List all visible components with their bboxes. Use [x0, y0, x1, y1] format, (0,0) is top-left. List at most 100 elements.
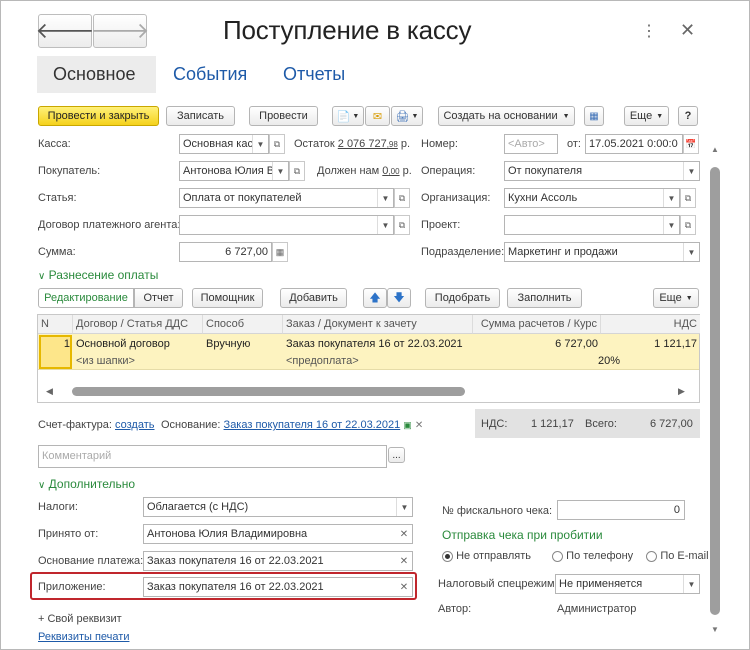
dogovor-open-button[interactable]: ⧉ — [394, 215, 410, 235]
structure-button[interactable]: ▦ — [584, 106, 604, 126]
scroll-left-icon[interactable]: ◀ — [46, 386, 53, 397]
org-open-button[interactable]: ⧉ — [680, 188, 696, 208]
clear-icon[interactable]: ✕ — [396, 578, 412, 596]
attach-file-button[interactable]: 📄 ▼ — [332, 106, 364, 126]
column-header-nds[interactable]: НДС — [601, 315, 700, 334]
print-button[interactable]: 🖨 ▼ — [391, 106, 423, 126]
chevron-down-icon[interactable]: ▼ — [272, 162, 288, 180]
column-header-sposob[interactable]: Способ — [203, 315, 283, 334]
post-button[interactable]: Провести — [249, 106, 318, 126]
fiscal-field[interactable]: 0 — [557, 500, 685, 520]
operation-field[interactable]: От покупателя ▼ — [504, 161, 700, 181]
create-based-button[interactable]: Создать на основании ▼ — [438, 106, 575, 126]
invoice-basis-link[interactable]: Заказ покупателя 16 от 22.03.2021 — [224, 419, 401, 431]
save-button[interactable]: Записать — [166, 106, 235, 126]
close-icon[interactable]: ✕ — [680, 20, 695, 41]
move-up-button[interactable]: 🡅 — [363, 288, 387, 308]
project-field[interactable]: ▼ — [504, 215, 680, 235]
tab-reports[interactable]: Отчеты — [267, 56, 361, 93]
print-props-link[interactable]: Реквизиты печати — [38, 631, 129, 643]
statya-field[interactable]: Оплата от покупателей ▼ — [179, 188, 394, 208]
totals-nds-label: НДС: — [481, 418, 508, 430]
radio-none-label: Не отправлять — [456, 550, 532, 562]
column-header-zakaz[interactable]: Заказ / Документ к зачету — [283, 315, 473, 334]
column-header-dogovor[interactable]: Договор / Статья ДДС — [73, 315, 203, 334]
received-field[interactable]: Антонова Юлия Владимировна ✕ — [143, 524, 413, 544]
more-button[interactable]: Еще ▼ — [624, 106, 669, 126]
buyer-open-button[interactable]: ⧉ — [289, 161, 305, 181]
clear-icon[interactable]: ✕ — [396, 552, 412, 570]
clear-icon[interactable]: ✕ — [396, 525, 412, 543]
kassa-field[interactable]: Основная кас ▼ — [179, 134, 269, 154]
chevron-down-icon[interactable]: ▼ — [663, 189, 679, 207]
ostatok-amount[interactable]: 2 076 727,98 — [338, 138, 398, 150]
radio-phone[interactable]: По телефону — [552, 550, 633, 562]
open-icon: ⧉ — [273, 138, 281, 149]
own-prop-link[interactable]: + Свой реквизит — [38, 613, 122, 625]
column-header-summa[interactable]: Сумма расчетов / Курс — [473, 315, 601, 334]
scroll-right-icon[interactable]: ▶ — [678, 386, 685, 397]
calculator-button[interactable]: ▦ — [272, 242, 288, 262]
dogovor-field[interactable]: ▼ — [179, 215, 394, 235]
horizontal-scrollbar-thumb[interactable] — [72, 387, 465, 396]
summa-field[interactable]: 6 727,00 — [179, 242, 272, 262]
podr-field[interactable]: Маркетинг и продажи ▼ — [504, 242, 700, 262]
clear-icon[interactable]: ✕ — [415, 420, 423, 431]
column-header-n[interactable]: N — [38, 315, 73, 334]
tab-report[interactable]: Отчет — [134, 288, 183, 308]
post-close-button[interactable]: Провести и закрыть — [38, 106, 159, 126]
org-field[interactable]: Кухни Ассоль ▼ — [504, 188, 680, 208]
chevron-down-icon[interactable]: ▼ — [396, 498, 412, 516]
taxes-field[interactable]: Облагается (с НДС) ▼ — [143, 497, 413, 517]
chevron-down-icon[interactable]: ▼ — [683, 575, 699, 593]
assistant-button[interactable]: Помощник — [192, 288, 263, 308]
statya-open-button[interactable]: ⧉ — [394, 188, 410, 208]
help-button[interactable]: ? — [678, 106, 698, 126]
select-document-icon[interactable]: ▣ — [403, 420, 412, 430]
podr-value: Маркетинг и продажи — [508, 246, 618, 258]
date-field[interactable]: 17.05.2021 0:00:0 — [585, 134, 683, 154]
project-open-button[interactable]: ⧉ — [680, 215, 696, 235]
forward-button[interactable]: 🡒 — [91, 14, 150, 48]
chevron-down-icon[interactable]: ▼ — [683, 162, 699, 180]
table-row[interactable]: 1 Основной договор Вручную Заказ покупат… — [38, 334, 699, 370]
mail-button[interactable]: ✉ — [365, 106, 390, 126]
vertical-scrollbar-thumb[interactable] — [710, 167, 720, 615]
chevron-down-icon[interactable]: ▼ — [663, 216, 679, 234]
pick-button[interactable]: Подобрать — [425, 288, 500, 308]
table-more-button[interactable]: Еще ▼ — [653, 288, 699, 308]
invoice-create-link[interactable]: создать — [115, 419, 154, 431]
attachment-field[interactable]: Заказ покупателя 16 от 22.03.2021 ✕ — [143, 577, 413, 597]
taxes-value: Облагается (с НДС) — [147, 501, 249, 513]
chevron-down-icon[interactable]: ▼ — [252, 135, 268, 153]
chevron-down-icon[interactable]: ▼ — [377, 189, 393, 207]
radio-email[interactable]: По E-mail — [646, 550, 709, 562]
fill-button[interactable]: Заполнить — [507, 288, 582, 308]
scroll-up-icon[interactable]: ▲ — [711, 145, 719, 154]
payment-basis-field[interactable]: Заказ покупателя 16 от 22.03.2021 ✕ — [143, 551, 413, 571]
payment-section-header[interactable]: ∨ Разнесение оплаты — [38, 268, 158, 282]
kassa-label: Касса: — [38, 138, 71, 150]
move-down-button[interactable]: 🡇 — [387, 288, 411, 308]
back-button[interactable]: 🡐 — [36, 14, 95, 48]
kassa-open-button[interactable]: ⧉ — [269, 134, 285, 154]
radio-phone-indicator — [552, 550, 564, 562]
dolzhen-dec: ,00 — [388, 167, 400, 176]
dolzhen-amount[interactable]: 0,00 — [382, 165, 399, 177]
comment-expand-button[interactable]: ... — [388, 447, 405, 463]
tab-events[interactable]: События — [157, 56, 263, 93]
tax-regime-field[interactable]: Не применяется ▼ — [555, 574, 700, 594]
tab-main[interactable]: Основное — [37, 56, 156, 93]
buyer-field[interactable]: Антонова Юлия В ▼ — [179, 161, 289, 181]
add-row-button[interactable]: Добавить — [280, 288, 347, 308]
radio-none[interactable]: Не отправлять — [442, 550, 531, 562]
additional-section-header[interactable]: ∨ Дополнительно — [38, 477, 135, 491]
chevron-down-icon[interactable]: ▼ — [377, 216, 393, 234]
scroll-down-icon[interactable]: ▼ — [711, 625, 719, 634]
calendar-button[interactable]: 📅 — [683, 134, 699, 154]
tab-edit[interactable]: Редактирование — [38, 288, 134, 308]
chevron-down-icon[interactable]: ▼ — [683, 243, 699, 261]
nomer-field[interactable]: <Авто> — [504, 134, 558, 154]
comment-field[interactable]: Комментарий — [38, 445, 387, 468]
more-menu-icon[interactable]: ⋮ — [641, 21, 657, 41]
